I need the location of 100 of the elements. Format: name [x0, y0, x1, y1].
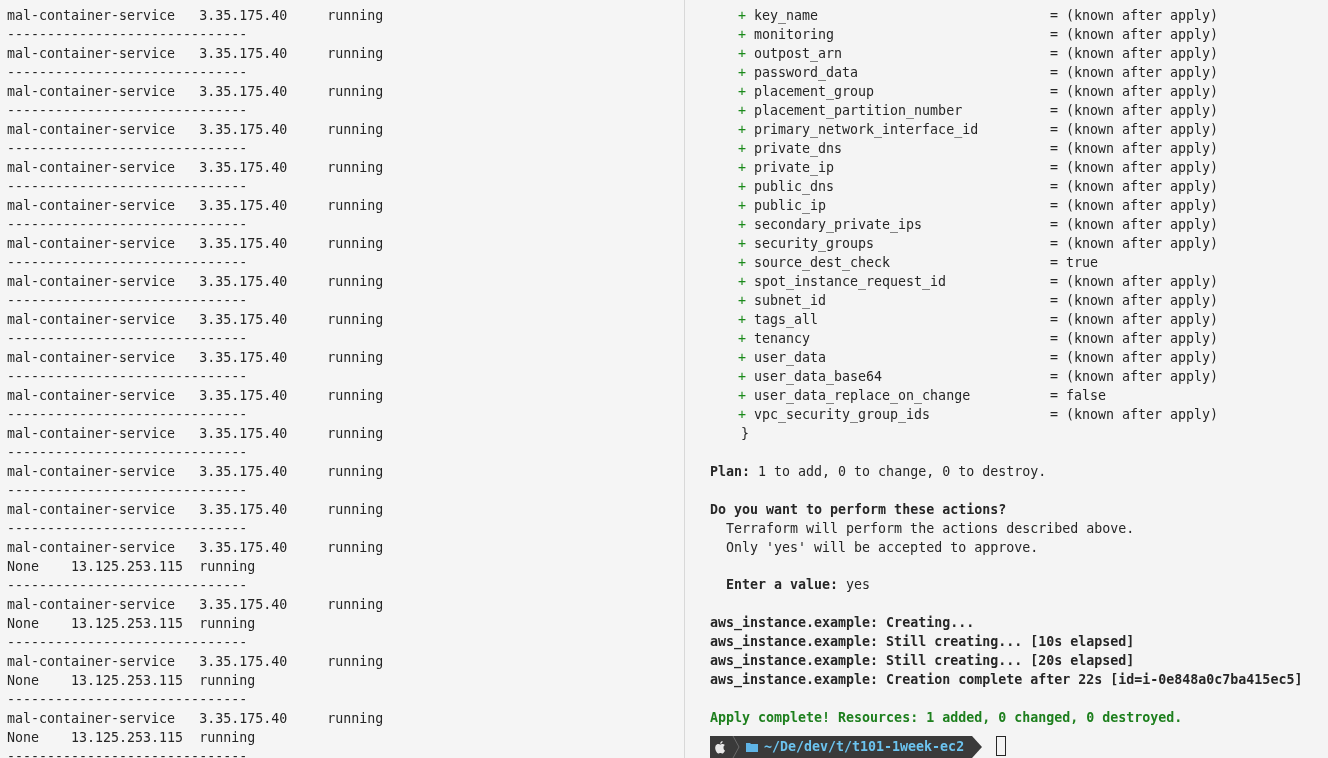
- terminal-line: mal-container-service 3.35.175.40 running: [7, 45, 384, 63]
- terminal-line: mal-container-service 3.35.175.40 running: [7, 387, 384, 405]
- plus-sign: +: [738, 64, 747, 82]
- terminal-line: mal-container-service 3.35.175.40 running: [7, 463, 384, 481]
- terminal-line: mal-container-service 3.35.175.40 running: [7, 596, 384, 614]
- terminal-line: ------------------------------: [7, 577, 248, 595]
- attribute-name: tags_all: [754, 311, 820, 329]
- plus-sign: +: [738, 159, 747, 177]
- attribute-name: key_name: [754, 7, 820, 25]
- attribute-value: = (known after apply): [1050, 178, 1219, 196]
- terminal-line: mal-container-service 3.35.175.40 running: [7, 159, 384, 177]
- terminal-line: mal-container-service 3.35.175.40 running: [7, 710, 384, 728]
- attribute-value: = (known after apply): [1050, 406, 1219, 424]
- attribute-name: primary_network_interface_id: [754, 121, 980, 139]
- terminal-line: mal-container-service 3.35.175.40 running: [7, 83, 384, 101]
- output-line: Enter a value: yes: [726, 576, 871, 595]
- terminal-line: mal-container-service 3.35.175.40 running: [7, 425, 384, 443]
- output-line: Plan: 1 to add, 0 to change, 0 to destroy.: [710, 462, 1047, 481]
- attribute-name: secondary_private_ips: [754, 216, 924, 234]
- terminal-line: ------------------------------: [7, 102, 248, 120]
- attribute-value: = false: [1050, 387, 1107, 405]
- plus-sign: +: [738, 273, 747, 291]
- terminal-line: None 13.125.253.115 running: [7, 558, 256, 576]
- plus-sign: +: [738, 178, 747, 196]
- terminal-line: ------------------------------: [7, 178, 248, 196]
- terminal-line: ------------------------------: [7, 64, 248, 82]
- folder-icon: [746, 742, 758, 752]
- terminal-line: ------------------------------: [7, 748, 248, 758]
- attribute-name: spot_instance_request_id: [754, 273, 948, 291]
- plus-sign: +: [738, 45, 747, 63]
- attribute-value: = (known after apply): [1050, 273, 1219, 291]
- attribute-value: = (known after apply): [1050, 235, 1219, 253]
- attribute-name: placement_group: [754, 83, 876, 101]
- output-line: Only 'yes' will be accepted to approve.: [726, 538, 1039, 557]
- plus-sign: +: [738, 349, 747, 367]
- terminal-line: ------------------------------: [7, 406, 248, 424]
- attribute-name: tenancy: [754, 330, 812, 348]
- plus-sign: +: [738, 7, 747, 25]
- attribute-name: private_ip: [754, 159, 836, 177]
- plus-sign: +: [738, 140, 747, 158]
- terminal-line: mal-container-service 3.35.175.40 running: [7, 121, 384, 139]
- terminal-line: None 13.125.253.115 running: [7, 615, 256, 633]
- terminal-line: ------------------------------: [7, 216, 248, 234]
- attribute-name: outpost_arn: [754, 45, 844, 63]
- plus-sign: +: [738, 406, 747, 424]
- attribute-name: public_dns: [754, 178, 836, 196]
- plus-sign: +: [738, 387, 747, 405]
- output-line: aws_instance.example: Creating...: [710, 614, 975, 633]
- attribute-value: = (known after apply): [1050, 197, 1219, 215]
- terminal-line: mal-container-service 3.35.175.40 running: [7, 197, 384, 215]
- plus-sign: +: [738, 83, 747, 101]
- attribute-value: = (known after apply): [1050, 311, 1219, 329]
- cursor: [996, 736, 1007, 756]
- terminal-line: mal-container-service 3.35.175.40 running: [7, 349, 384, 367]
- attribute-name: private_dns: [754, 140, 844, 158]
- plus-sign: +: [738, 368, 747, 386]
- attribute-value: = (known after apply): [1050, 7, 1219, 25]
- attribute-value: = (known after apply): [1050, 292, 1219, 310]
- attribute-name: subnet_id: [754, 292, 828, 310]
- plus-sign: +: [738, 26, 747, 44]
- output-line: Terraform will perform the actions described above.: [726, 519, 1135, 538]
- terminal-line: ------------------------------: [7, 634, 248, 652]
- attribute-value: = (known after apply): [1050, 216, 1219, 234]
- output-line: aws_instance.example: Creation complete after 22s [id=i-0e848a0c7ba415ec5]: [710, 671, 1303, 690]
- terminal-line: None 13.125.253.115 running: [7, 729, 256, 747]
- attribute-name: user_data_replace_on_change: [754, 387, 972, 405]
- output-line: Do you want to perform these actions?: [710, 500, 1007, 519]
- attribute-value: = (known after apply): [1050, 368, 1219, 386]
- terminal-line: ------------------------------: [7, 254, 248, 272]
- plus-sign: +: [738, 330, 747, 348]
- closing-brace: }: [740, 425, 749, 443]
- plus-sign: +: [738, 102, 747, 120]
- plus-sign: +: [738, 216, 747, 234]
- output-line: aws_instance.example: Still creating... [10s elapsed]: [710, 633, 1135, 652]
- attribute-value: = (known after apply): [1050, 83, 1219, 101]
- terminal-line: mal-container-service 3.35.175.40 running: [7, 539, 384, 557]
- attribute-value: = (known after apply): [1050, 64, 1219, 82]
- plus-sign: +: [738, 311, 747, 329]
- output-line: aws_instance.example: Still creating... [20s elapsed]: [710, 652, 1135, 671]
- terminal-line: None 13.125.253.115 running: [7, 672, 256, 690]
- terminal-line: ------------------------------: [7, 368, 248, 386]
- attribute-value: = (known after apply): [1050, 26, 1219, 44]
- terminal-line: ------------------------------: [7, 292, 248, 310]
- attribute-name: public_ip: [754, 197, 828, 215]
- attribute-name: monitoring: [754, 26, 836, 44]
- attribute-value: = (known after apply): [1050, 102, 1219, 120]
- attribute-value: = (known after apply): [1050, 330, 1219, 348]
- plus-sign: +: [738, 197, 747, 215]
- attribute-value: = (known after apply): [1050, 45, 1219, 63]
- attribute-name: user_data_base64: [754, 368, 884, 386]
- terminal-line: ------------------------------: [7, 691, 248, 709]
- attribute-name: vpc_security_group_ids: [754, 406, 932, 424]
- apple-icon: [714, 740, 726, 754]
- chevron-icon: [732, 736, 740, 758]
- terminal-line: ------------------------------: [7, 520, 248, 538]
- attribute-value: = true: [1050, 254, 1099, 272]
- terminal-line: ------------------------------: [7, 444, 248, 462]
- terminal-line: mal-container-service 3.35.175.40 running: [7, 235, 384, 253]
- attribute-value: = (known after apply): [1050, 121, 1219, 139]
- attribute-value: = (known after apply): [1050, 140, 1219, 158]
